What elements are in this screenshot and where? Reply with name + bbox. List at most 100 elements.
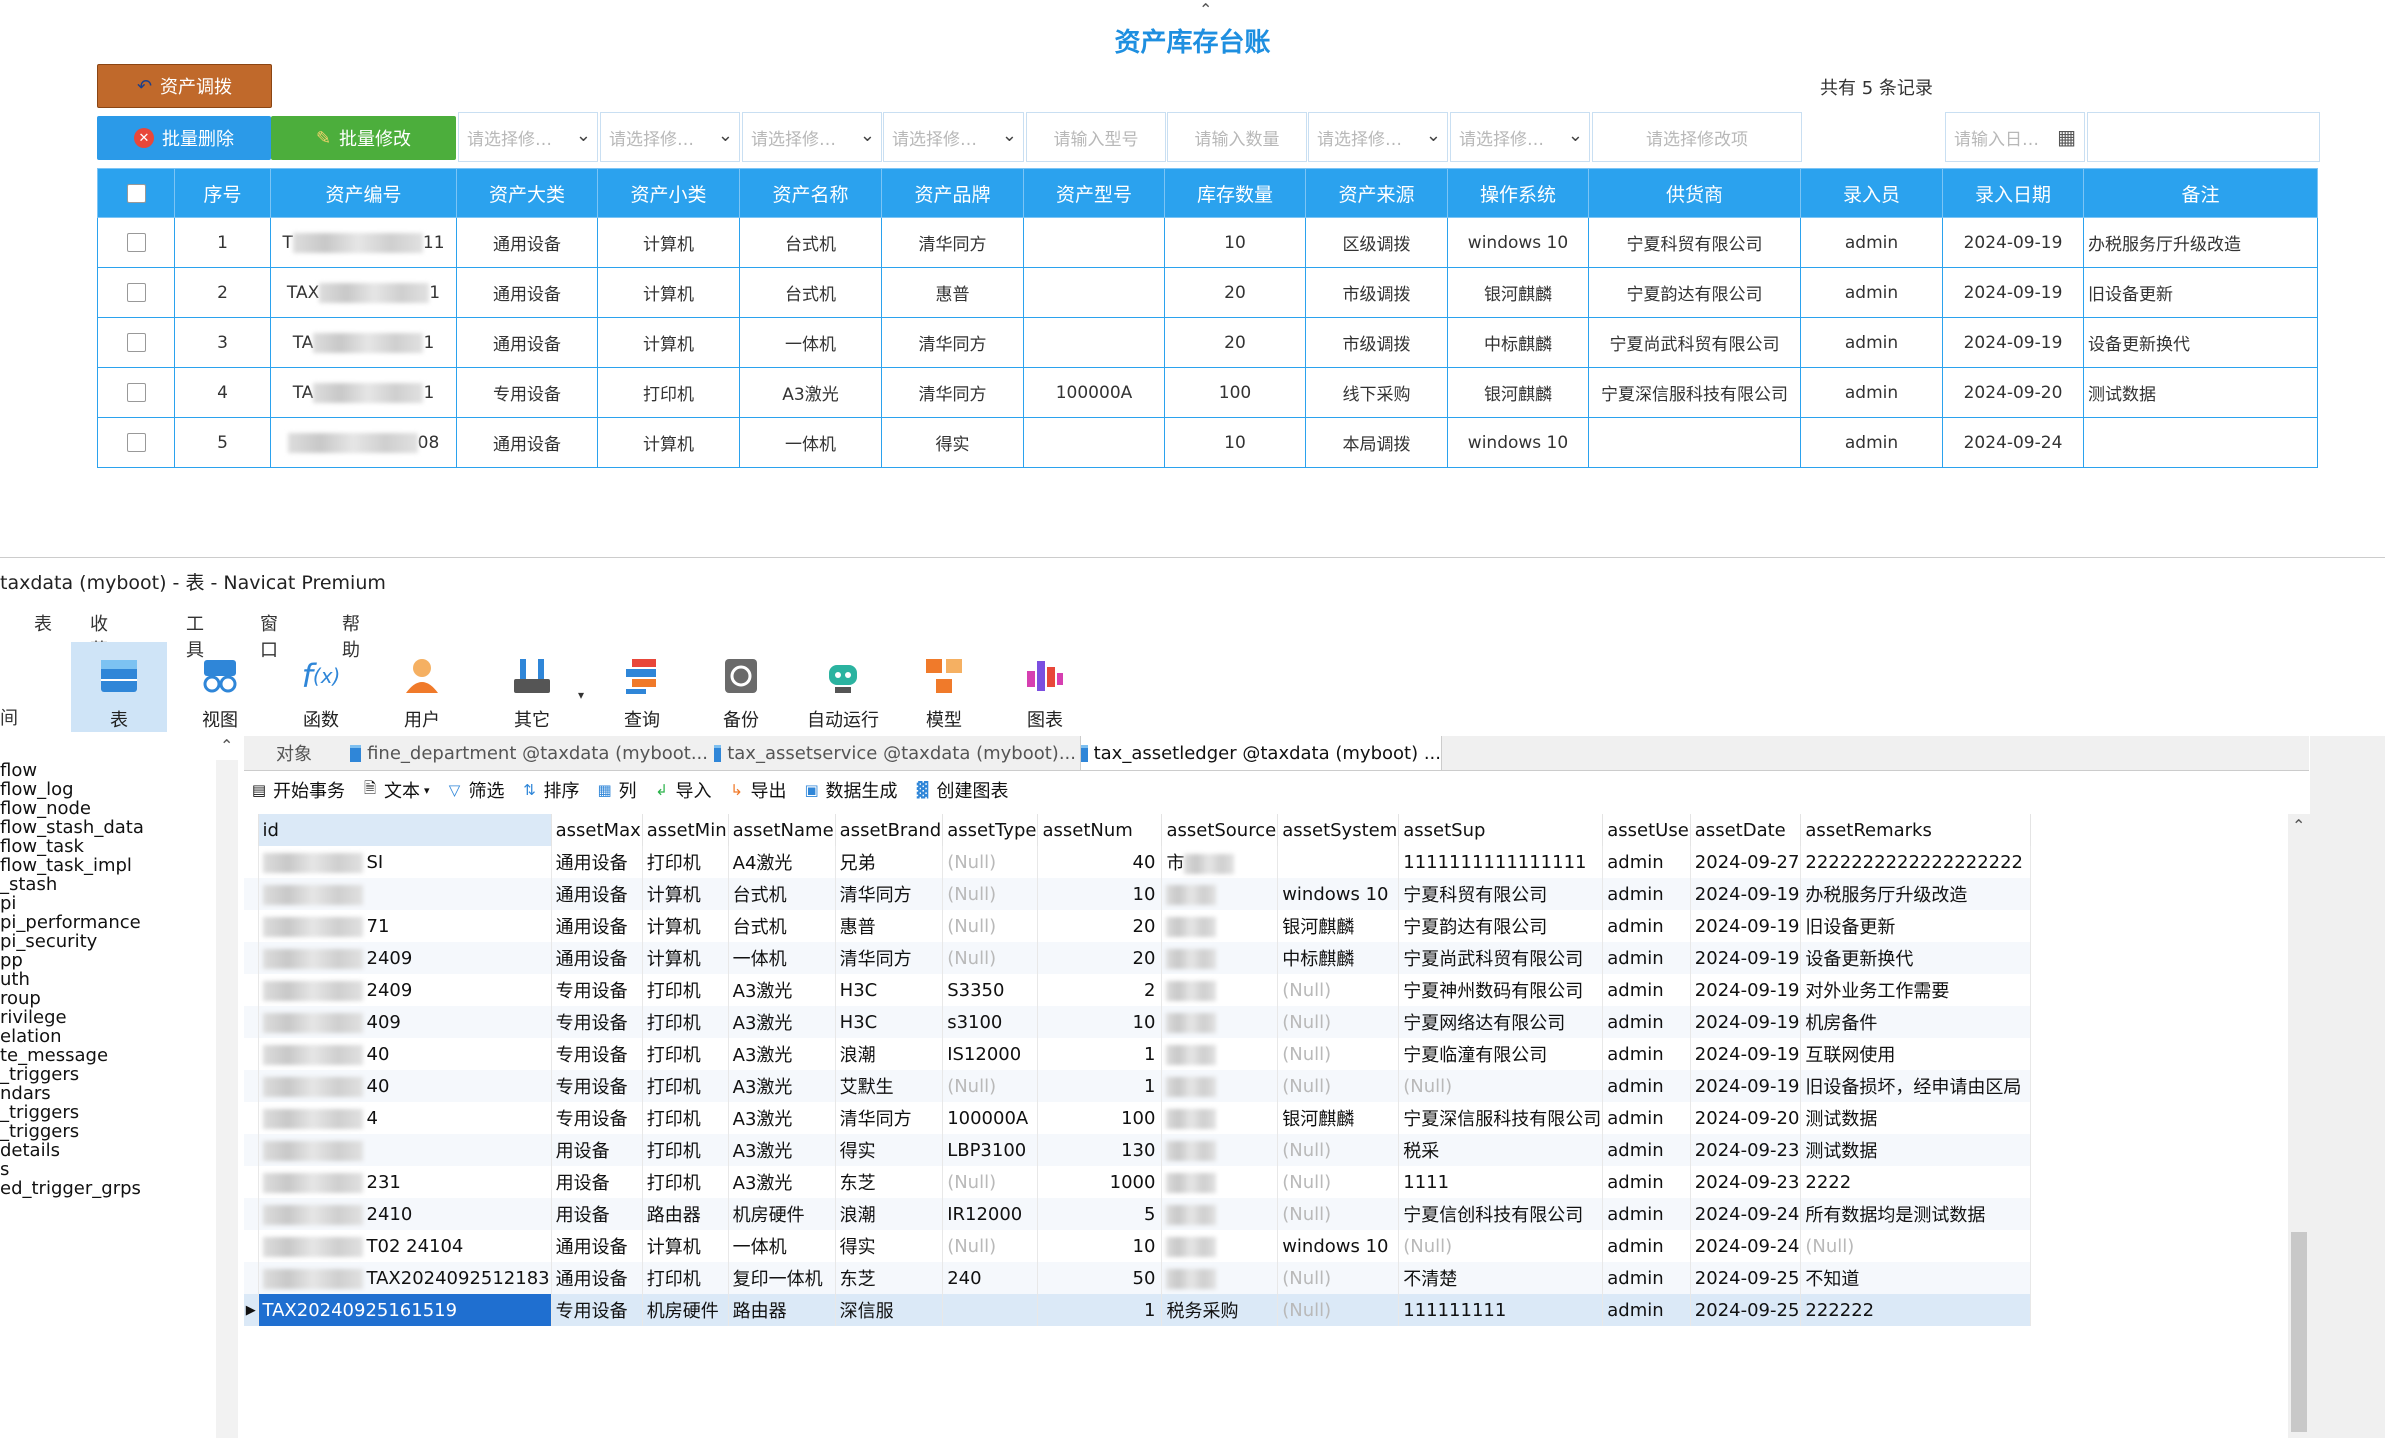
grid-cell-num[interactable]: 40 (1037, 846, 1163, 878)
sidebar-scrollbar[interactable] (216, 760, 238, 1438)
grid-cell-sys[interactable]: (Null) (1277, 1038, 1400, 1070)
grid-cell-min[interactable]: 打印机 (642, 974, 729, 1006)
tool-chart[interactable]: 图表 (997, 642, 1093, 732)
grid-column-header[interactable]: assetDate (1690, 814, 1802, 846)
sidebar-table-item[interactable]: details (0, 1140, 60, 1161)
grid-cell-date[interactable]: 2024-09-19 (1690, 1038, 1802, 1070)
grid-cell-min[interactable]: 计算机 (642, 910, 729, 942)
grid-cell-sup[interactable]: 宁夏韵达有限公司 (1398, 910, 1604, 942)
grid-cell-brand[interactable]: 得实 (835, 1230, 944, 1262)
grid-column-header[interactable]: assetSource (1161, 814, 1279, 846)
grid-cell-name[interactable]: A4激光 (728, 846, 836, 878)
grid-cell-name[interactable]: A3激光 (728, 1038, 836, 1070)
grid-cell-src[interactable] (1161, 1198, 1279, 1230)
grid-cell-use[interactable]: admin (1602, 1166, 1691, 1198)
grid-cell-num[interactable]: 10 (1037, 1230, 1163, 1262)
grid-cell-min[interactable]: 打印机 (642, 1166, 729, 1198)
import-button[interactable]: ↲ 导入 (653, 777, 711, 803)
table-row[interactable]: 2 TAX 1 通用设备 计算机 台式机 惠普 20 市级调拨 银河麒麟 宁夏韵达有限公司 admin… (97, 267, 2318, 318)
create-chart-button[interactable]: ▓ 创建图表 (914, 777, 1009, 803)
grid-cell-sup[interactable]: 1111111111111111 (1398, 846, 1604, 878)
calendar-icon[interactable]: ▦ (2057, 125, 2076, 149)
grid-cell-use[interactable]: admin (1602, 942, 1691, 974)
grid-cell-max[interactable]: 专用设备 (551, 1070, 643, 1102)
row-checkbox[interactable] (126, 383, 146, 402)
grid-cell-brand[interactable]: H3C (835, 1006, 944, 1038)
grid-cell-type[interactable]: (Null) (942, 1070, 1039, 1102)
sidebar-table-item[interactable]: pi (0, 893, 16, 914)
scrollbar-thumb[interactable] (2291, 1232, 2307, 1432)
grid-row[interactable]: TAX2024092512183 通用设备 打印机 复印一体机 东芝 240 50 (Null… (244, 1262, 2032, 1294)
grid-cell-num[interactable]: 10 (1037, 878, 1163, 910)
grid-cell-src[interactable] (1161, 878, 1279, 910)
grid-row[interactable]: 2409 专用设备 打印机 A3激光 H3C S3350 2 (Null) 宁夏神州数码有限公司… (244, 974, 2032, 1006)
grid-cell-src[interactable] (1161, 910, 1279, 942)
grid-cell-sys[interactable]: (Null) (1277, 1262, 1400, 1294)
grid-cell-num[interactable]: 5 (1037, 1198, 1163, 1230)
grid-cell-use[interactable]: admin (1602, 1230, 1691, 1262)
export-button[interactable]: ↳ 导出 (728, 777, 786, 803)
grid-cell-type[interactable]: (Null) (942, 846, 1039, 878)
grid-cell-src[interactable] (1161, 974, 1279, 1006)
batch-edit-button[interactable]: ✎ 批量修改 (271, 116, 456, 160)
tool-user[interactable]: 用户 (374, 642, 470, 732)
column-header[interactable]: 供货商 (1588, 168, 1801, 218)
grid-cell-min[interactable]: 打印机 (642, 1070, 729, 1102)
sidebar-table-item[interactable]: flow_task (0, 836, 84, 857)
column-header[interactable]: 操作系统 (1447, 168, 1589, 218)
column-header[interactable]: 资产来源 (1305, 168, 1448, 218)
tool-other[interactable]: 其它 (484, 642, 580, 732)
column-header[interactable]: 备注 (2083, 168, 2318, 218)
filter-brand-select[interactable]: 请选择修… ⌄ (883, 112, 1024, 162)
row-select-cell[interactable] (97, 317, 175, 368)
filter-source-select[interactable]: 请选择修… ⌄ (1308, 112, 1448, 162)
grid-cell-date[interactable]: 2024-09-23 (1690, 1134, 1802, 1166)
grid-cell-use[interactable]: admin (1602, 878, 1691, 910)
grid-cell-min[interactable]: 打印机 (642, 1102, 729, 1134)
grid-cell-brand[interactable]: 惠普 (835, 910, 944, 942)
grid-cell-sup[interactable]: 1111 (1398, 1166, 1604, 1198)
grid-cell-src[interactable] (1161, 1070, 1279, 1102)
collapse-icon[interactable]: ⌃ (1199, 0, 1212, 19)
table-row[interactable]: 4 TA 1 专用设备 打印机 A3激光 清华同方 100000A 100 线下采购 银河麒麟 宁夏深… (97, 367, 2318, 418)
row-select-cell[interactable] (97, 417, 175, 468)
begin-transaction-button[interactable]: ▤ 开始事务 (250, 777, 345, 803)
grid-cell-remarks[interactable]: (Null) (1800, 1230, 2032, 1262)
tool-query[interactable]: 查询 (594, 642, 690, 732)
grid-column-header[interactable]: assetNum (1037, 814, 1163, 846)
grid-cell-type[interactable]: IS12000 (942, 1038, 1039, 1070)
grid-cell-brand[interactable]: 清华同方 (835, 878, 944, 910)
grid-cell-num[interactable]: 50 (1037, 1262, 1163, 1294)
grid-cell-remarks[interactable]: 互联网使用 (1800, 1038, 2032, 1070)
grid-column-header[interactable]: assetBrand (835, 814, 944, 846)
row-select-cell[interactable] (97, 367, 175, 418)
row-checkbox[interactable] (126, 333, 146, 352)
grid-cell-sys[interactable]: (Null) (1277, 1166, 1400, 1198)
column-header[interactable]: 库存数量 (1164, 168, 1306, 218)
grid-cell-type[interactable] (942, 1294, 1039, 1326)
scroll-up-icon[interactable]: ⌃ (220, 736, 233, 755)
grid-cell-max[interactable]: 专用设备 (551, 974, 643, 1006)
grid-cell-remarks[interactable]: 测试数据 (1800, 1134, 2032, 1166)
grid-cell-min[interactable]: 打印机 (642, 1134, 729, 1166)
grid-vertical-scrollbar[interactable]: ⌃ (2288, 814, 2310, 1438)
model-input[interactable]: 请输入型号 (1026, 112, 1166, 162)
grid-cell-date[interactable]: 2024-09-20 (1690, 1102, 1802, 1134)
grid-cell-min[interactable]: 机房硬件 (642, 1294, 729, 1326)
grid-cell-sys[interactable]: 银河麒麟 (1277, 910, 1400, 942)
grid-cell-id[interactable]: 231 (258, 1166, 552, 1198)
grid-cell-src[interactable]: 税务采购 (1161, 1294, 1279, 1326)
grid-cell-sup[interactable]: 宁夏科贸有限公司 (1398, 878, 1604, 910)
grid-cell-date[interactable]: 2024-09-19 (1690, 942, 1802, 974)
sidebar-table-item[interactable]: rivilege (0, 1007, 67, 1028)
grid-cell-sys[interactable]: windows 10 (1277, 878, 1400, 910)
data-generation-button[interactable]: ▣ 数据生成 (803, 777, 897, 803)
grid-cell-src[interactable] (1161, 1230, 1279, 1262)
grid-cell-type[interactable]: IR12000 (942, 1198, 1039, 1230)
grid-cell-remarks[interactable]: 机房备件 (1800, 1006, 2032, 1038)
grid-column-header[interactable]: id (258, 814, 552, 846)
grid-cell-max[interactable]: 用设备 (551, 1166, 643, 1198)
column-header[interactable]: 资产大类 (456, 168, 598, 218)
grid-cell-min[interactable]: 打印机 (642, 1006, 729, 1038)
grid-cell-sys[interactable]: (Null) (1277, 1006, 1400, 1038)
